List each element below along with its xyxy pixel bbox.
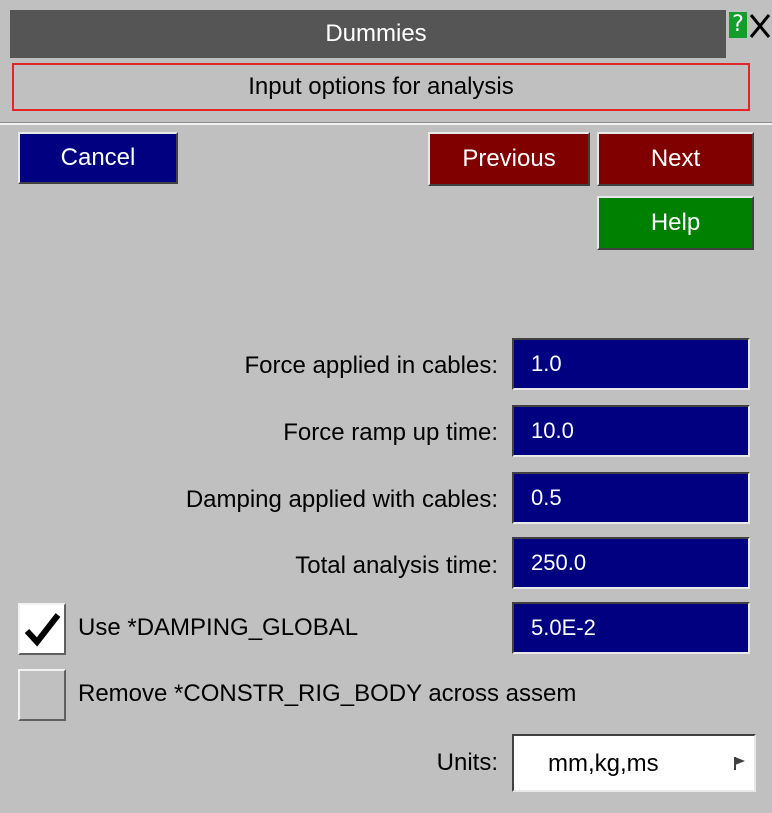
- force-cables-value: 1.0: [531, 351, 562, 376]
- ramp-time-input[interactable]: 10.0: [512, 405, 750, 457]
- help-button[interactable]: Help: [597, 196, 754, 250]
- help-icon-glyph: ?: [732, 12, 744, 37]
- damping-global-input[interactable]: 5.0E-2: [512, 602, 750, 654]
- total-time-value: 250.0: [531, 550, 587, 575]
- damping-global-value: 5.0E-2: [531, 615, 596, 640]
- cancel-button[interactable]: Cancel: [18, 132, 178, 184]
- next-button[interactable]: Next: [597, 132, 754, 186]
- previous-button[interactable]: Previous: [428, 132, 590, 186]
- help-icon[interactable]: ?: [729, 12, 747, 38]
- ramp-time-label: Force ramp up time:: [283, 419, 498, 446]
- damping-cables-value: 0.5: [531, 485, 562, 510]
- damping-global-label: Use *DAMPING_GLOBAL: [78, 614, 359, 641]
- damping-cables-input[interactable]: 0.5: [512, 472, 750, 524]
- window-title: Dummies: [325, 20, 427, 47]
- force-cables-input[interactable]: 1.0: [512, 338, 750, 390]
- force-cables-label: Force applied in cables:: [244, 352, 498, 379]
- ramp-time-value: 10.0: [531, 418, 574, 443]
- panel-subtitle: Input options for analysis: [12, 63, 750, 111]
- damping-global-checkbox[interactable]: [18, 603, 66, 655]
- units-value: mm,kg,ms: [548, 750, 659, 777]
- units-select[interactable]: mm,kg,ms: [512, 734, 756, 792]
- damping-cables-label: Damping applied with cables:: [185, 486, 498, 513]
- units-label: Units:: [436, 749, 498, 776]
- remove-constr-checkbox[interactable]: [18, 669, 66, 721]
- divider: [0, 122, 772, 125]
- total-time-label: Total analysis time:: [295, 552, 498, 579]
- window-title-bar: Dummies: [10, 10, 726, 58]
- remove-constr-label: Remove *CONSTR_RIG_BODY across assem: [78, 680, 577, 707]
- panel-subtitle-text: Input options for analysis: [248, 73, 514, 100]
- total-time-input[interactable]: 250.0: [512, 537, 750, 589]
- dropdown-arrow-icon: [734, 757, 745, 770]
- checkmark-icon: [24, 613, 61, 647]
- close-icon[interactable]: [748, 10, 772, 40]
